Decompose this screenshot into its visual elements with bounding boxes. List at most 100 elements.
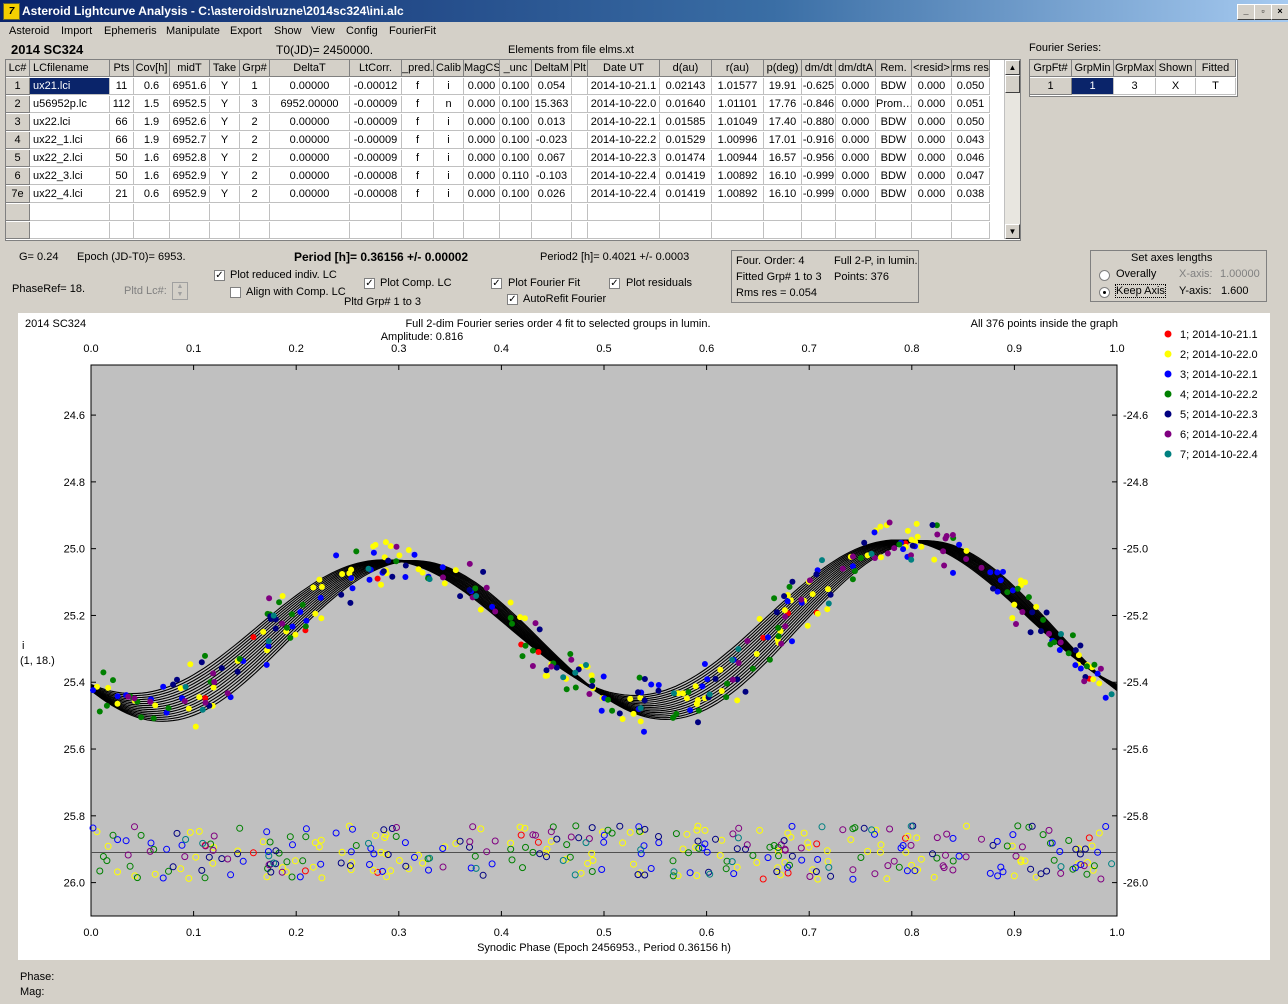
table-header-cell[interactable]: Pts [110, 60, 134, 77]
table-cell[interactable]: 1.5 [134, 96, 170, 113]
table-cell[interactable]: 0.01585 [660, 114, 712, 131]
table-cell[interactable]: 0.050 [952, 114, 990, 131]
lightcurve-table[interactable]: Lc# LCfilename Pts Cov[h] midT Take Grp# DeltaT… [5, 59, 1021, 241]
fourier-table[interactable]: GrpFt# GrpMin GrpMax Shown Fitted 1 1 3 X T [1029, 59, 1238, 97]
table-cell[interactable]: 1.6 [134, 168, 170, 185]
table-cell[interactable]: ux21.lci [30, 78, 110, 95]
table-cell[interactable]: f [402, 114, 434, 131]
table-cell[interactable]: 17.01 [764, 132, 802, 149]
menu-config[interactable]: Config [346, 25, 378, 37]
table-empty-cell[interactable] [836, 222, 876, 239]
table-cell[interactable]: 0.000 [912, 150, 952, 167]
table-cell[interactable]: 2 [240, 132, 270, 149]
table-cell[interactable]: -0.00009 [350, 150, 402, 167]
table-cell[interactable]: 2014-10-22.4 [588, 186, 660, 203]
table-cell[interactable]: -0.023 [532, 132, 572, 149]
table-empty-cell[interactable] [952, 222, 990, 239]
table-cell[interactable]: 6952.8 [170, 150, 210, 167]
table-cell[interactable]: i [434, 168, 464, 185]
table-cell[interactable]: ux22_1.lci [30, 132, 110, 149]
table-cell[interactable] [572, 168, 588, 185]
table-cell[interactable]: 0.067 [532, 150, 572, 167]
fourier-cell[interactable]: 1 [1030, 78, 1072, 95]
table-empty-cell[interactable] [764, 204, 802, 221]
table-cell[interactable]: i [434, 186, 464, 203]
table-cell[interactable]: 0.026 [532, 186, 572, 203]
table-cell[interactable]: 6952.5 [170, 96, 210, 113]
table-cell[interactable]: 66 [110, 132, 134, 149]
table-cell[interactable]: 0.051 [952, 96, 990, 113]
table-cell[interactable]: u56952p.lc [30, 96, 110, 113]
table-cell[interactable]: 0.01419 [660, 186, 712, 203]
table-empty-cell[interactable] [802, 222, 836, 239]
table-cell[interactable]: 3 [6, 114, 30, 131]
table-cell[interactable]: 1.9 [134, 114, 170, 131]
table-cell[interactable]: 0.054 [532, 78, 572, 95]
table-empty-cell[interactable] [402, 222, 434, 239]
table-empty-cell[interactable] [802, 204, 836, 221]
table-cell[interactable]: ux22.lci [30, 114, 110, 131]
restore-button[interactable]: ▫ [1254, 4, 1272, 20]
table-cell[interactable] [572, 78, 588, 95]
fourier-cell[interactable]: 3 [1114, 78, 1156, 95]
table-empty-cell[interactable] [110, 222, 134, 239]
table-cell[interactable]: 6952.6 [170, 114, 210, 131]
table-cell[interactable]: 0.000 [836, 186, 876, 203]
table-cell[interactable]: -0.625 [802, 78, 836, 95]
table-cell[interactable]: i [434, 150, 464, 167]
table-cell[interactable]: 112 [110, 96, 134, 113]
table-cell[interactable]: 1 [240, 78, 270, 95]
table-empty-cell[interactable] [464, 204, 500, 221]
fourier-header-cell[interactable]: Fitted [1196, 60, 1236, 77]
table-cell[interactable]: Y [210, 114, 240, 131]
table-cell[interactable]: BDW [876, 114, 912, 131]
menu-show[interactable]: Show [274, 25, 302, 37]
table-cell[interactable]: 0.050 [952, 78, 990, 95]
table-cell[interactable]: -0.846 [802, 96, 836, 113]
fourier-header-cell[interactable]: Shown [1156, 60, 1196, 77]
table-cell[interactable]: f [402, 168, 434, 185]
table-cell[interactable]: 0.000 [836, 96, 876, 113]
table-cell[interactable] [572, 150, 588, 167]
table-cell[interactable]: 0.000 [836, 150, 876, 167]
table-cell[interactable]: 2014-10-22.0 [588, 96, 660, 113]
table-empty-cell[interactable] [876, 222, 912, 239]
table-header-cell[interactable]: Date UT [588, 60, 660, 77]
table-cell[interactable]: 4 [6, 132, 30, 149]
table-empty-cell[interactable] [402, 204, 434, 221]
table-header-cell[interactable]: MagCS [464, 60, 500, 77]
scroll-down-button[interactable]: ▼ [1005, 224, 1020, 239]
table-cell[interactable]: 2 [240, 168, 270, 185]
table-cell[interactable]: 2 [240, 114, 270, 131]
table-cell[interactable]: 2 [6, 96, 30, 113]
table-header-cell[interactable]: d(au) [660, 60, 712, 77]
table-cell[interactable]: 0.6 [134, 186, 170, 203]
table-cell[interactable]: -0.00009 [350, 114, 402, 131]
table-empty-cell[interactable] [110, 204, 134, 221]
table-cell[interactable]: 1.00944 [712, 150, 764, 167]
table-cell[interactable]: 0.000 [912, 114, 952, 131]
table-cell[interactable]: 0.000 [464, 114, 500, 131]
scroll-thumb[interactable] [1005, 75, 1020, 93]
table-cell[interactable]: 0.100 [500, 96, 532, 113]
table-cell[interactable]: Y [210, 132, 240, 149]
table-empty-cell[interactable] [30, 222, 110, 239]
table-empty-cell[interactable] [572, 204, 588, 221]
table-empty-cell[interactable] [270, 204, 350, 221]
table-cell[interactable]: f [402, 132, 434, 149]
table-cell[interactable]: Y [210, 168, 240, 185]
table-cell[interactable]: -0.999 [802, 186, 836, 203]
table-cell[interactable]: f [402, 150, 434, 167]
table-empty-cell[interactable] [712, 204, 764, 221]
table-cell[interactable]: ux22_2.lci [30, 150, 110, 167]
table-cell[interactable]: 0.01640 [660, 96, 712, 113]
table-cell[interactable]: 11 [110, 78, 134, 95]
table-cell[interactable]: 16.57 [764, 150, 802, 167]
table-empty-cell[interactable] [350, 204, 402, 221]
table-cell[interactable]: 0.043 [952, 132, 990, 149]
table-cell[interactable]: 0.038 [952, 186, 990, 203]
table-cell[interactable]: 2 [240, 150, 270, 167]
table-cell[interactable]: 1.6 [134, 150, 170, 167]
table-cell[interactable] [572, 132, 588, 149]
table-cell[interactable]: 0.000 [836, 168, 876, 185]
